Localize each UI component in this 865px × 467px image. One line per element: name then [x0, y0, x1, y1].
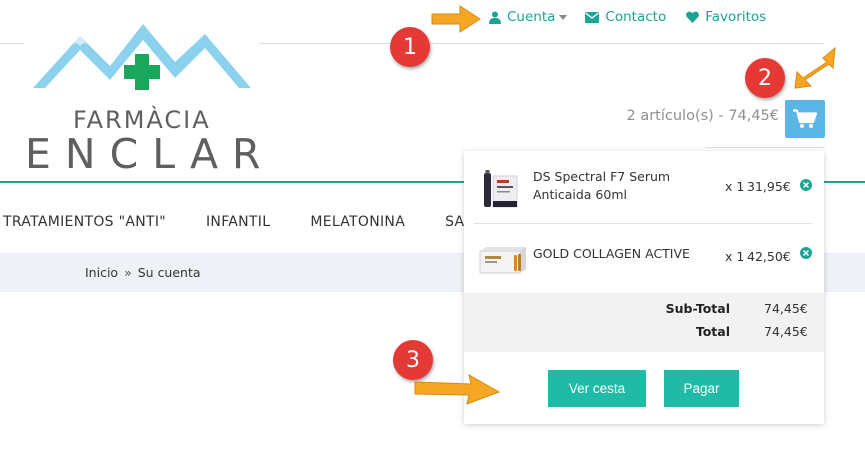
cart-item-name-line2: Anticaida 60ml [533, 187, 627, 202]
cart-item-qty: x 1 [725, 179, 745, 194]
header-divider [259, 43, 824, 44]
subtotal-label: Sub-Total [665, 301, 730, 316]
cart-item-qty: x 1 [725, 249, 745, 264]
contact-link[interactable]: Contacto [585, 9, 666, 25]
close-icon [803, 182, 809, 188]
remove-item-button[interactable] [800, 247, 812, 259]
cart-dropdown: DS Spectral F7 Serum Anticaida 60ml x 1 … [464, 151, 824, 424]
cart-item-name[interactable]: GOLD COLLAGEN ACTIVE [533, 245, 690, 263]
product-thumbnail-spectral [484, 170, 518, 208]
contact-link-label: Contacto [605, 9, 667, 25]
view-cart-button[interactable]: Ver cesta [548, 370, 646, 407]
cart-item: GOLD COLLAGEN ACTIVE x 1 42,50€ [464, 223, 824, 293]
logo-text-enclar: ENCLAR [25, 130, 275, 178]
cart-item-price: 42,50€ [747, 249, 791, 264]
header-divider-left [0, 43, 24, 44]
annotation-badge-2: 2 [745, 58, 785, 98]
heart-icon [686, 11, 700, 23]
total-value: 74,45€ [764, 324, 808, 339]
close-icon [803, 250, 809, 256]
account-link[interactable]: Cuenta [489, 9, 568, 25]
nav-item-tratamientos-anti[interactable]: TRATAMIENTOS "ANTI" [3, 214, 166, 230]
cart-divider [705, 147, 825, 148]
nav-item-infantil[interactable]: INFANTIL [206, 214, 270, 230]
subtotal-value: 74,45€ [764, 301, 808, 316]
favorites-link-label: Favoritos [705, 9, 767, 25]
caret-down-icon [559, 14, 568, 20]
cart-item-name[interactable]: DS Spectral F7 Serum Anticaida 60ml [533, 168, 670, 204]
cart-button[interactable] [785, 100, 825, 138]
cart-totals: Sub-Total 74,45€ Total 74,45€ [464, 293, 824, 352]
favorites-link[interactable]: Favoritos [686, 9, 766, 25]
breadcrumb: Inicio » Su cuenta [85, 265, 201, 280]
site-logo[interactable]: FARMÀCIA ENCLAR [25, 22, 261, 182]
cart-item-price: 31,95€ [747, 179, 791, 194]
annotation-arrow-1 [431, 5, 481, 33]
cart-item: DS Spectral F7 Serum Anticaida 60ml x 1 … [464, 151, 824, 221]
envelope-icon [585, 11, 600, 23]
annotation-badge-1: 1 [390, 27, 430, 67]
mountains-logo-icon [33, 24, 251, 90]
cart-item-name-line1: DS Spectral F7 Serum [533, 169, 671, 184]
annotation-arrow-2 [794, 46, 836, 89]
top-links: Cuenta Contacto Favoritos [489, 9, 766, 25]
nav-item-melatonina[interactable]: MELATONINA [310, 214, 405, 230]
remove-item-button[interactable] [800, 179, 812, 191]
cart-item-name-line1: GOLD COLLAGEN ACTIVE [533, 246, 690, 261]
main-nav: TRATAMIENTOS "ANTI" INFANTIL MELATONINA … [0, 214, 473, 230]
breadcrumb-home[interactable]: Inicio [85, 265, 118, 280]
account-link-label: Cuenta [507, 9, 556, 25]
shopping-cart-icon [793, 109, 817, 128]
checkout-button[interactable]: Pagar [664, 370, 739, 407]
total-label: Total [695, 324, 730, 339]
product-thumbnail-gold-collagen [479, 247, 526, 274]
user-icon [489, 11, 501, 24]
breadcrumb-separator: » [124, 265, 132, 280]
annotation-arrow-3 [414, 374, 501, 405]
cart-summary[interactable]: 2 artículo(s) - 74,45€ [626, 108, 779, 124]
breadcrumb-current: Su cuenta [137, 265, 201, 280]
